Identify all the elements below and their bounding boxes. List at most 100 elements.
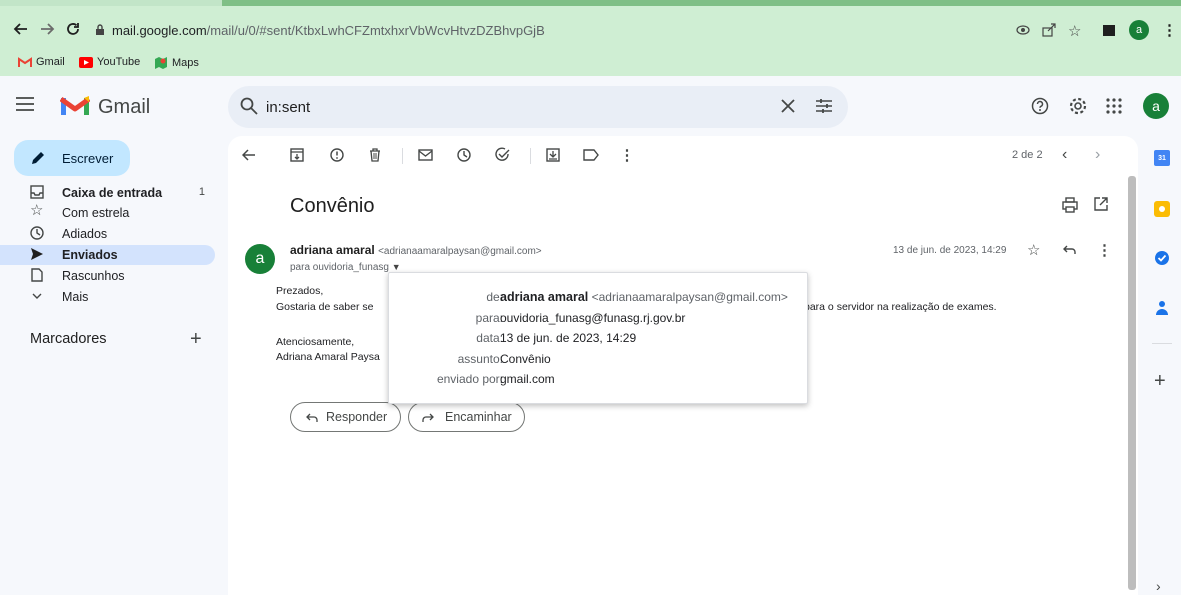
gmail-icon <box>18 56 32 67</box>
recipient-text: para ouvidoria_funasg <box>290 262 389 273</box>
snooze-clock-icon[interactable] <box>455 146 473 164</box>
keep-icon[interactable] <box>1154 201 1170 217</box>
add-label-icon[interactable]: + <box>190 328 202 351</box>
popup-value: gmail.com <box>500 372 555 386</box>
report-spam-icon[interactable] <box>328 146 346 164</box>
mark-unread-icon[interactable] <box>416 146 434 164</box>
help-icon[interactable] <box>1031 97 1049 115</box>
sidebar-item-more[interactable]: Mais <box>0 287 215 307</box>
pencil-icon <box>32 152 44 164</box>
popup-sender-email: <adrianaamaralpaysan@gmail.com> <box>591 290 788 304</box>
forward-label: Encaminhar <box>445 410 512 424</box>
reload-icon[interactable] <box>62 18 84 40</box>
scrollbar[interactable] <box>1128 176 1136 590</box>
popup-key: assunto: <box>457 352 503 366</box>
message-more-icon[interactable]: ⋮ <box>1097 241 1112 259</box>
url-path: /mail/u/0/#sent/KtbxLwhCFZmtxhxrVbWcvHtv… <box>206 23 545 38</box>
bookmark-label: YouTube <box>97 56 141 68</box>
newer-chevron-icon[interactable]: › <box>1095 146 1100 164</box>
reply-arrow-icon <box>306 413 318 422</box>
share-icon[interactable] <box>1042 23 1056 37</box>
popup-key: enviado por: <box>436 372 503 386</box>
bookmark-label: Gmail <box>36 56 65 68</box>
popup-key: para: <box>475 311 503 325</box>
popup-value: Convênio <box>500 352 551 366</box>
move-to-icon[interactable] <box>544 146 562 164</box>
add-task-icon[interactable] <box>494 146 512 164</box>
show-details-caret-icon[interactable]: ▼ <box>392 262 401 272</box>
settings-gear-icon[interactable] <box>1068 96 1088 116</box>
gmail-logo-icon[interactable] <box>60 94 90 116</box>
side-panel-icon[interactable] <box>1103 25 1115 36</box>
sidebar-item-starred[interactable]: ☆ Com estrela <box>0 203 215 223</box>
popup-sender-name: adriana amaral <box>500 290 589 304</box>
sidebar-item-inbox[interactable]: Caixa de entrada 1 <box>0 183 215 203</box>
older-chevron-icon[interactable]: ‹ <box>1062 146 1067 164</box>
bookmark-youtube[interactable]: YouTube <box>79 56 140 68</box>
body-signoff: Atenciosamente, <box>276 336 355 348</box>
sidebar-item-label: Adiados <box>62 227 108 241</box>
delete-trash-icon[interactable] <box>366 146 384 164</box>
lock-icon[interactable] <box>95 24 105 36</box>
forward-arrow-icon[interactable] <box>36 18 58 40</box>
body-line-end: para o servidor na realização de exames. <box>804 301 997 313</box>
bookmark-gmail[interactable]: Gmail <box>18 56 65 68</box>
back-arrow-icon[interactable] <box>10 18 32 40</box>
popup-row-subject: assunto: Convênio <box>389 350 809 370</box>
sidebar-item-label: Enviados <box>62 248 118 262</box>
open-new-window-icon[interactable] <box>1094 197 1108 211</box>
sender-name[interactable]: adriana amaral <box>290 243 375 257</box>
label-tag-icon[interactable] <box>582 146 600 164</box>
search-bar[interactable] <box>228 86 848 128</box>
url-text[interactable]: mail.google.com/mail/u/0/#sent/KtbxLwhCF… <box>112 23 545 38</box>
bookmark-maps[interactable]: Maps <box>154 56 199 70</box>
star-message-icon[interactable]: ☆ <box>1027 241 1040 259</box>
message-date: 13 de jun. de 2023, 14:29 <box>893 245 1007 256</box>
clear-search-icon[interactable] <box>781 99 795 113</box>
sidebar-item-sent[interactable]: Enviados <box>0 245 215 265</box>
labels-heading: Marcadores <box>30 331 107 347</box>
search-icon[interactable] <box>240 97 258 115</box>
popup-value: 13 de jun. de 2023, 14:29 <box>500 331 637 345</box>
sidebar-item-snoozed[interactable]: Adiados <box>0 224 215 244</box>
star-icon: ☆ <box>30 202 44 219</box>
print-icon[interactable] <box>1062 197 1078 213</box>
recipient-line[interactable]: para ouvidoria_funasg ▼ <box>290 262 401 273</box>
sidebar-item-label: Com estrela <box>62 206 130 220</box>
toolbar-divider <box>402 148 403 164</box>
sender-email: <adrianaamaralpaysan@gmail.com> <box>378 246 542 257</box>
popup-row-to: para: ouvidoria_funasg@funasg.rj.gov.br <box>389 309 809 329</box>
search-options-icon[interactable] <box>815 97 833 115</box>
bookmark-star-icon[interactable]: ☆ <box>1068 22 1081 40</box>
sender-avatar[interactable]: a <box>245 244 275 274</box>
archive-icon[interactable] <box>288 146 306 164</box>
compose-label: Escrever <box>62 151 114 166</box>
body-line-start: Gostaria de saber se <box>276 301 374 313</box>
gmail-wordmark: Gmail <box>98 96 151 118</box>
sidebar-item-label: Caixa de entrada <box>62 186 163 200</box>
expand-panel-chevron-icon[interactable]: › <box>1156 578 1161 594</box>
compose-button[interactable]: Escrever <box>14 140 130 176</box>
apps-grid-icon[interactable] <box>1106 98 1122 114</box>
forward-button[interactable]: Encaminhar <box>408 402 525 432</box>
browser-profile-avatar[interactable]: a <box>1129 20 1149 40</box>
contacts-icon[interactable] <box>1155 300 1169 316</box>
maps-icon <box>155 57 167 69</box>
main-menu-icon[interactable] <box>16 97 34 111</box>
sidebar-item-drafts[interactable]: Rascunhos <box>0 266 215 286</box>
reply-button[interactable]: Responder <box>290 402 401 432</box>
back-to-list-icon[interactable] <box>240 146 258 164</box>
reply-icon[interactable] <box>1062 245 1076 255</box>
more-options-icon[interactable]: ⋮ <box>618 146 636 164</box>
eye-icon[interactable] <box>1016 24 1030 36</box>
forward-arrow-icon <box>422 413 434 422</box>
tasks-icon[interactable] <box>1154 250 1170 266</box>
account-avatar[interactable]: a <box>1143 93 1169 119</box>
search-input[interactable]: in:sent <box>266 99 310 116</box>
browser-menu-icon[interactable]: ⋮ <box>1162 21 1177 39</box>
popup-row-mailed-by: enviado por: gmail.com <box>389 370 809 390</box>
popup-value: adriana amaral <adrianaamaralpaysan@gmai… <box>500 290 788 304</box>
unread-count: 1 <box>198 186 205 198</box>
calendar-icon[interactable]: 31 <box>1154 150 1170 166</box>
add-addon-icon[interactable]: + <box>1154 370 1166 393</box>
